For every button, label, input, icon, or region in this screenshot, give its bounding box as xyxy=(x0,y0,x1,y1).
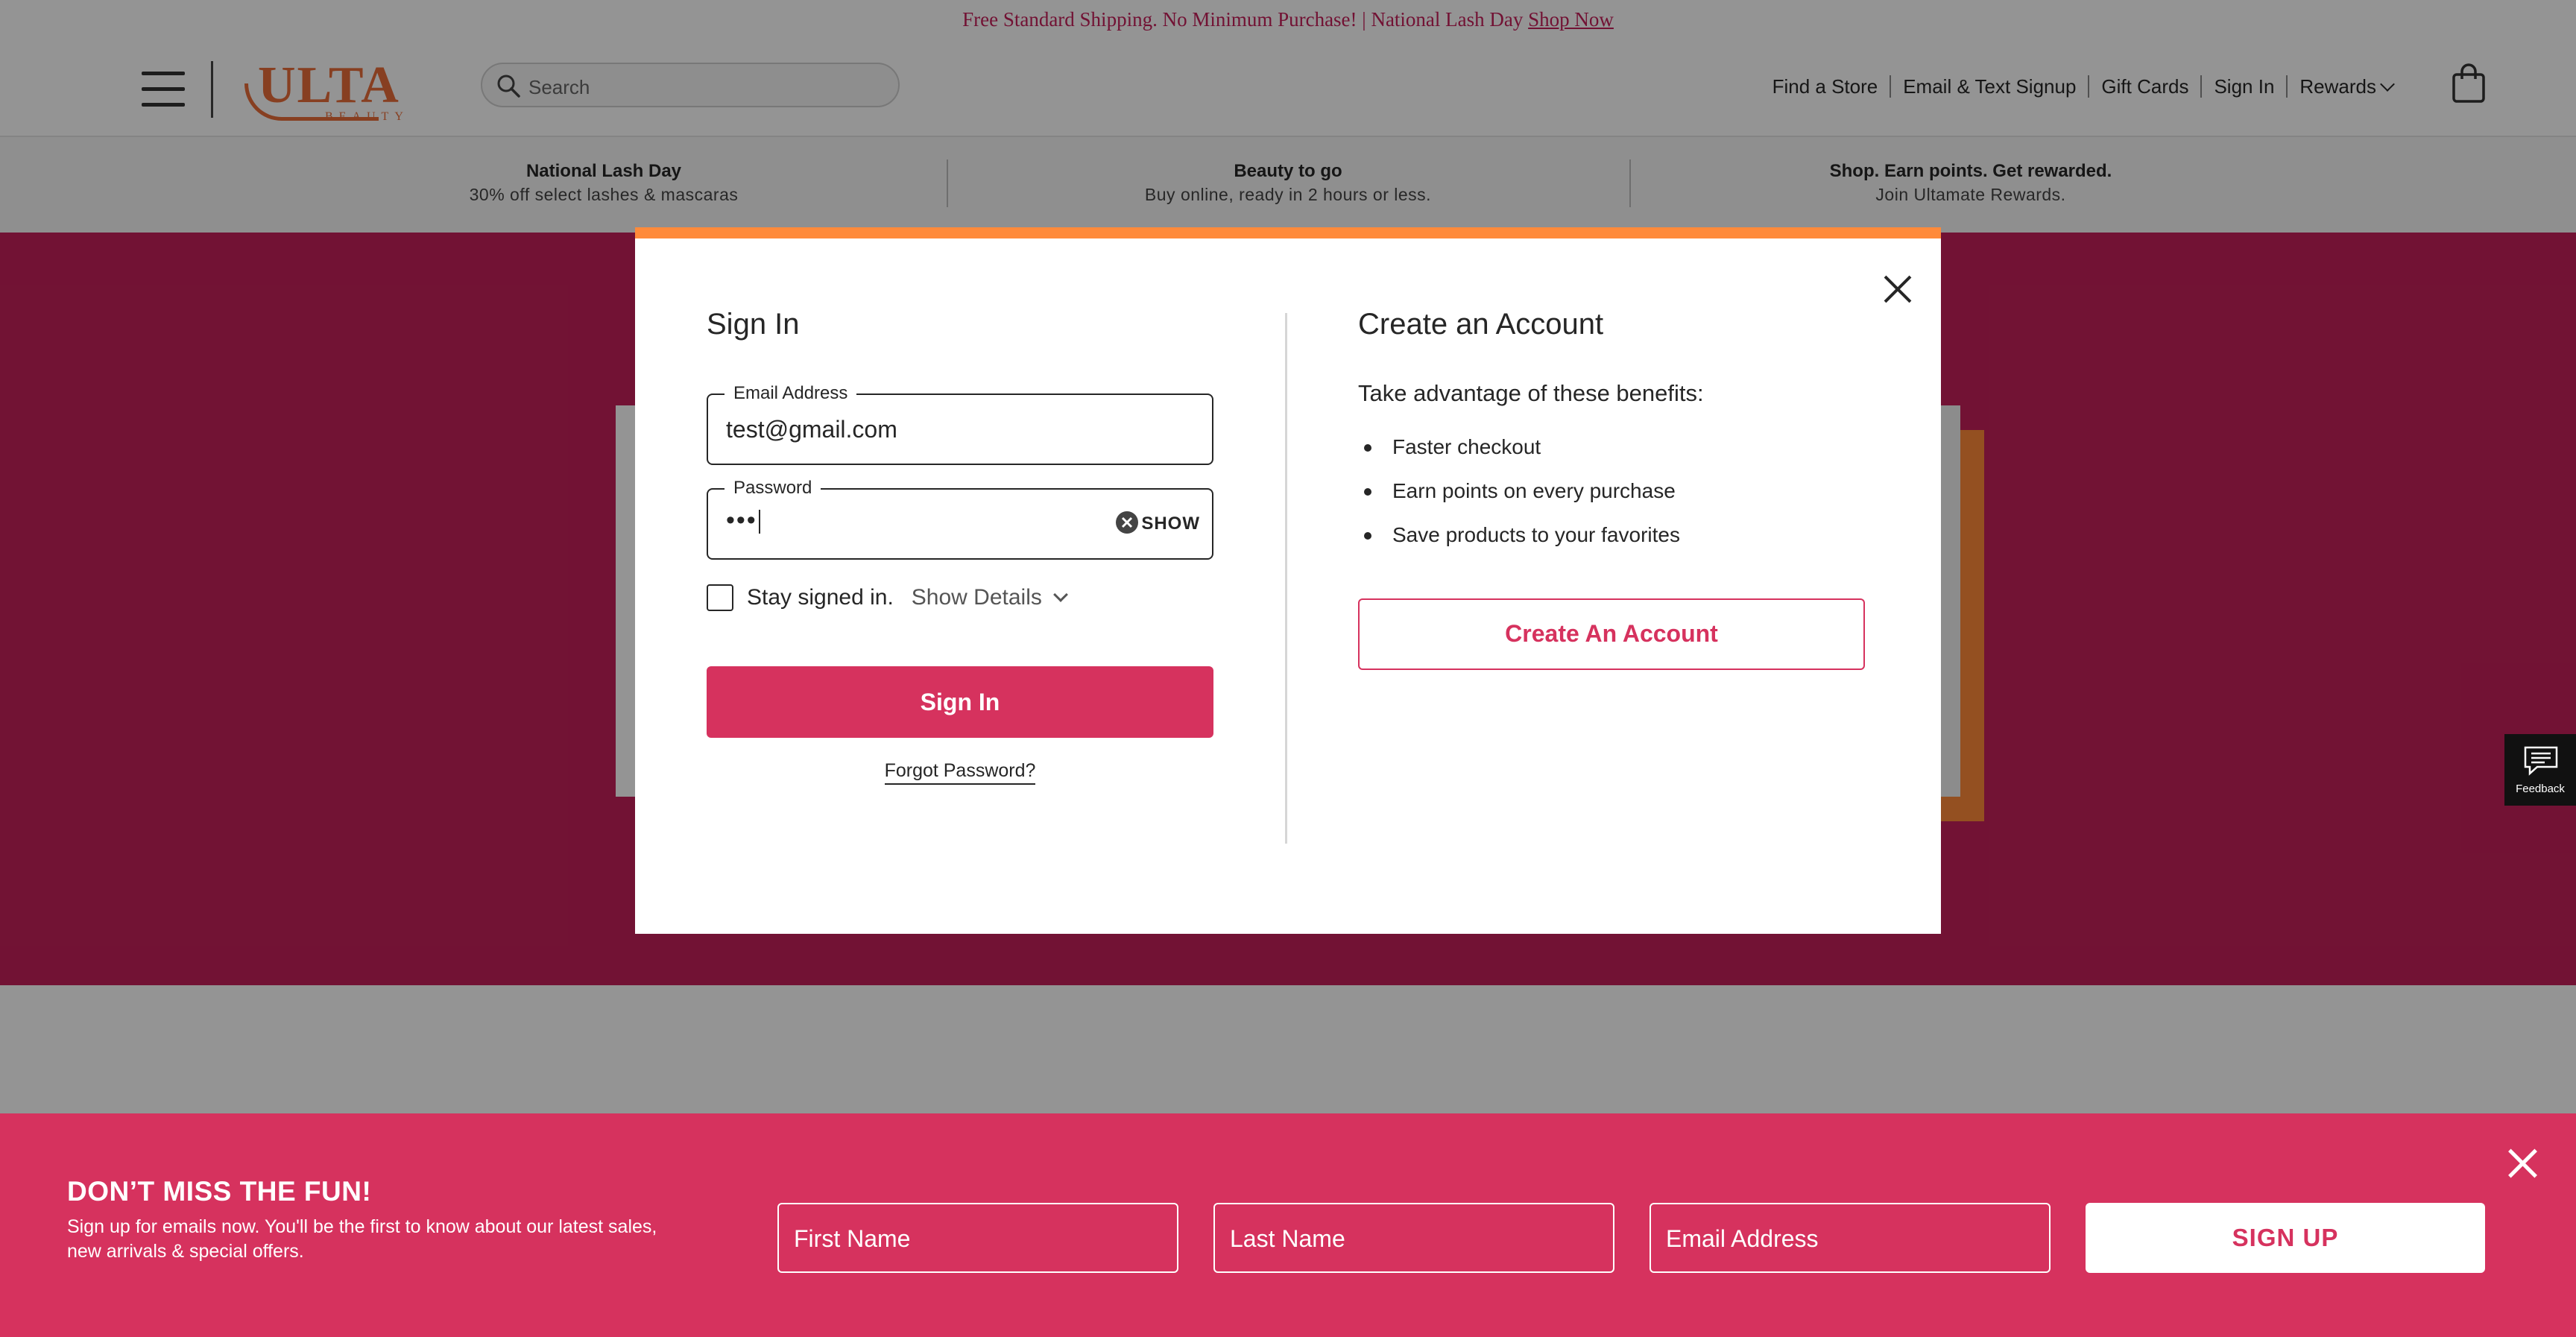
sign-in-button[interactable]: Sign In xyxy=(707,666,1213,738)
password-value: ••• xyxy=(726,506,760,535)
sign-up-button[interactable]: SIGN UP xyxy=(2086,1203,2485,1273)
column-divider xyxy=(1285,313,1287,844)
stay-signed-in-row: Stay signed in. Show Details xyxy=(707,583,1068,613)
last-name-placeholder: Last Name xyxy=(1230,1225,1345,1252)
create-account-section: Create an Account Take advantage of thes… xyxy=(1358,306,1880,670)
stay-signed-in-checkbox[interactable] xyxy=(707,584,733,611)
close-icon[interactable] xyxy=(1880,271,1916,307)
email-field[interactable]: Email Address test@gmail.com xyxy=(707,382,1213,465)
forgot-password-link-row: Forgot Password? xyxy=(707,760,1213,785)
password-field[interactable]: Password ••• SHOW xyxy=(707,477,1213,560)
create-account-button[interactable]: Create An Account xyxy=(1358,598,1865,670)
feedback-label: Feedback xyxy=(2516,783,2565,795)
close-icon[interactable] xyxy=(2504,1145,2540,1180)
signup-title: DON’T MISS THE FUN! xyxy=(67,1176,372,1207)
password-label: Password xyxy=(724,477,821,499)
feedback-icon xyxy=(2524,746,2558,776)
page: Free Standard Shipping. No Minimum Purch… xyxy=(0,0,2576,1337)
benefits-intro: Take advantage of these benefits: xyxy=(1358,380,1704,406)
last-name-field[interactable]: Last Name xyxy=(1213,1203,1614,1273)
chevron-down-icon xyxy=(1052,587,1068,602)
signup-email-placeholder: Email Address xyxy=(1666,1225,1819,1252)
list-item: Save products to your favorites xyxy=(1358,513,1680,557)
show-details-toggle[interactable]: Show Details xyxy=(912,585,1068,610)
benefits-list: Faster checkout Earn points on every pur… xyxy=(1358,425,1680,557)
forgot-password-link[interactable]: Forgot Password? xyxy=(884,760,1036,785)
signup-email-field[interactable]: Email Address xyxy=(1650,1203,2051,1273)
list-item: Earn points on every purchase xyxy=(1358,469,1680,513)
signup-description: Sign up for emails now. You'll be the fi… xyxy=(67,1216,657,1262)
feedback-tab[interactable]: Feedback xyxy=(2504,734,2576,806)
show-password-toggle[interactable]: SHOW xyxy=(1141,513,1200,534)
email-signup-banner: DON’T MISS THE FUN! Sign up for emails n… xyxy=(0,1113,2576,1337)
stay-signed-in-label[interactable]: Stay signed in. xyxy=(747,585,894,610)
clear-icon[interactable] xyxy=(1115,511,1139,534)
list-item: Faster checkout xyxy=(1358,425,1680,469)
sign-in-title: Sign In xyxy=(707,308,800,341)
first-name-placeholder: First Name xyxy=(794,1225,911,1252)
text-cursor xyxy=(758,510,760,534)
sign-in-section: Sign In Email Address test@gmail.com Pas… xyxy=(707,306,1213,785)
create-account-title: Create an Account xyxy=(1358,308,1604,341)
email-label: Email Address xyxy=(724,382,857,405)
sign-in-modal: Sign In Email Address test@gmail.com Pas… xyxy=(635,227,1941,934)
email-value: test@gmail.com xyxy=(726,416,897,443)
first-name-field[interactable]: First Name xyxy=(777,1203,1178,1273)
